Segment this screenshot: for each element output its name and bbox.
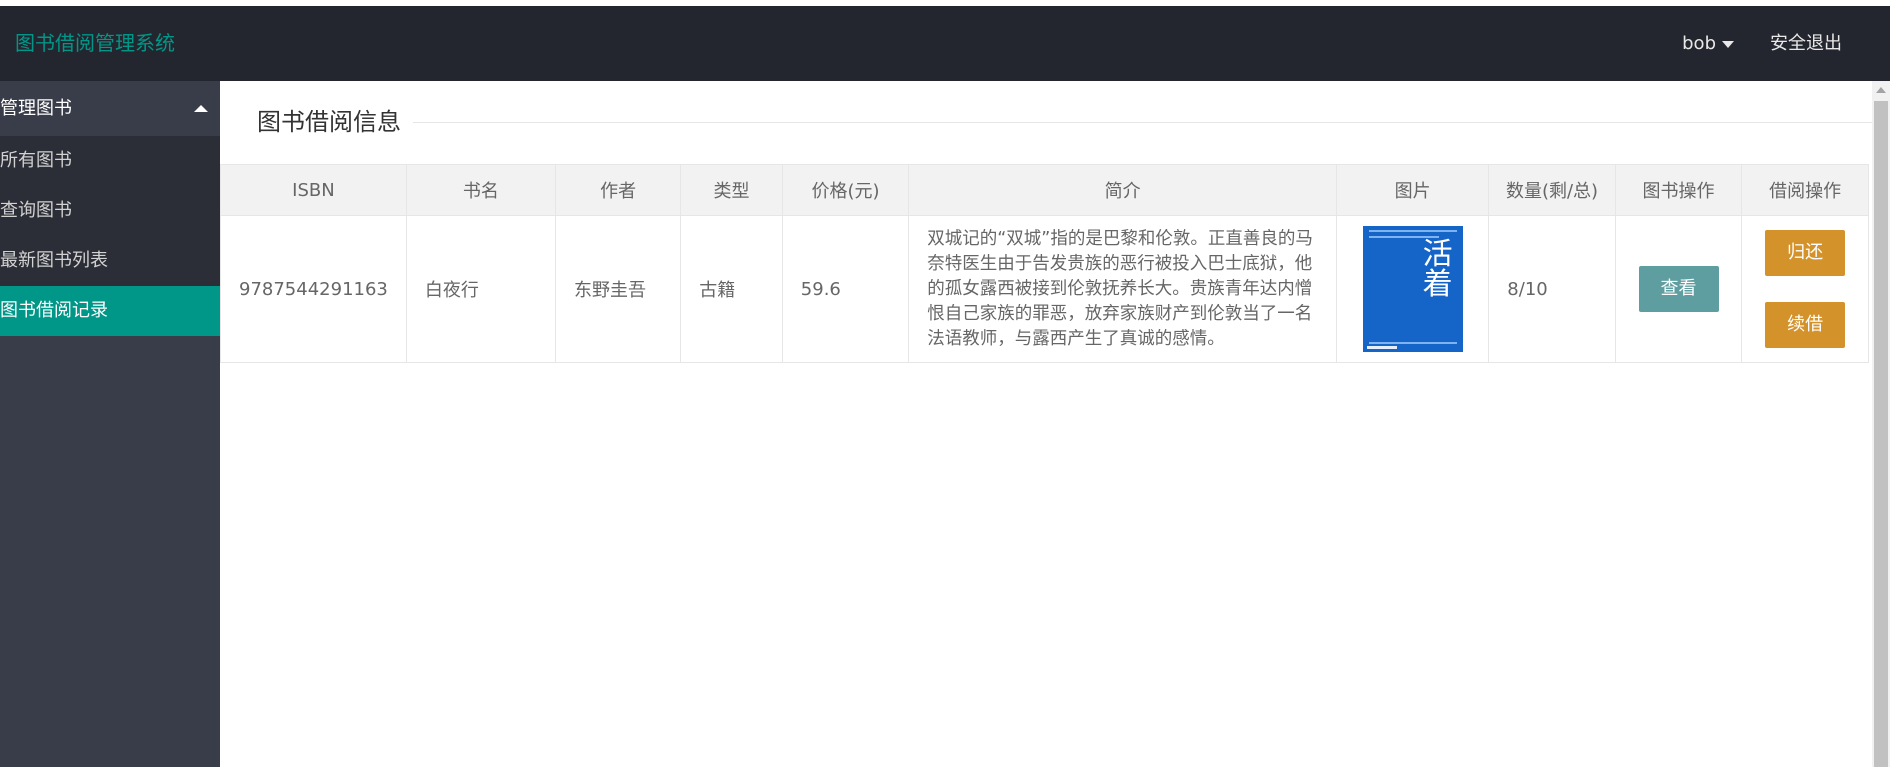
cover-decoration (1368, 230, 1457, 232)
column-header: ISBN (220, 164, 407, 216)
cover-title: 活着 (1422, 237, 1453, 302)
cell-name: 白夜行 (405, 215, 556, 363)
renew-button[interactable]: 续借 (1765, 302, 1846, 348)
sidebar-item-search-books[interactable]: 查询图书 (0, 186, 220, 236)
sidebar-item-latest-books[interactable]: 最新图书列表 (0, 236, 220, 286)
cell-count: 8/10 (1488, 215, 1616, 363)
column-header: 图片 (1335, 164, 1490, 216)
borrow-table: ISBN 书名 作者 类型 价格(元) 简介 图片 数量(剩/总) 图书操作 借… (220, 164, 1869, 363)
chevron-down-icon (1722, 40, 1734, 48)
scroll-up-arrow-icon[interactable] (1876, 87, 1886, 93)
column-header: 书名 (405, 164, 556, 216)
chevron-up-icon (194, 105, 208, 112)
sidebar-item-borrow-records[interactable]: 图书借阅记录 (0, 286, 220, 336)
table-row: 9787544291163 白夜行 东野圭吾 古籍 59.6 双城记的“双城”指… (220, 215, 1869, 363)
top-header: 图书借阅管理系统 bob 安全退出 (0, 6, 1890, 81)
column-header: 简介 (908, 164, 1337, 216)
sidebar: 管理图书 所有图书 查询图书 最新图书列表 图书借阅记录 (0, 81, 220, 767)
legend-divider (245, 122, 1872, 123)
section-title: 图书借阅信息 (245, 103, 413, 141)
column-header: 价格(元) (781, 164, 910, 216)
column-header: 作者 (554, 164, 682, 216)
user-name: bob (1682, 33, 1716, 54)
cover-decoration (1368, 342, 1457, 344)
table-header-row: ISBN 书名 作者 类型 价格(元) 简介 图片 数量(剩/总) 图书操作 借… (220, 164, 1869, 216)
cell-author: 东野圭吾 (554, 215, 682, 363)
sidebar-group-label: 管理图书 (0, 98, 72, 119)
cell-type: 古籍 (680, 215, 783, 363)
sidebar-item-all-books[interactable]: 所有图书 (0, 136, 220, 186)
column-header: 借阅操作 (1741, 164, 1869, 216)
cell-cover: 活着 (1335, 215, 1490, 363)
view-button[interactable]: 查看 (1638, 266, 1719, 312)
cell-book-actions: 查看 (1614, 215, 1743, 363)
vertical-scrollbar[interactable] (1872, 81, 1890, 767)
column-header: 数量(剩/总) (1488, 164, 1616, 216)
logout-link[interactable]: 安全退出 (1770, 6, 1842, 81)
return-button[interactable]: 归还 (1765, 230, 1846, 276)
sidebar-submenu: 所有图书 查询图书 最新图书列表 图书借阅记录 (0, 136, 220, 336)
cell-borrow-actions: 归还 续借 (1741, 215, 1869, 363)
cell-description: 双城记的“双城”指的是巴黎和伦敦。正直善良的马奈特医生由于告发贵族的恶行被投入巴… (908, 215, 1337, 363)
sidebar-group-manage-books[interactable]: 管理图书 (0, 81, 220, 136)
user-menu[interactable]: bob (1682, 6, 1734, 81)
main-content: 图书借阅信息 ISBN 书名 作者 类型 价格(元) 简介 图片 数量(剩/总)… (220, 81, 1872, 767)
cover-decoration (1366, 346, 1397, 349)
column-header: 类型 (680, 164, 783, 216)
column-header: 图书操作 (1614, 164, 1743, 216)
cell-isbn: 9787544291163 (220, 215, 407, 363)
book-cover-image: 活着 (1362, 226, 1463, 352)
cell-price: 59.6 (781, 215, 910, 363)
scrollbar-thumb[interactable] (1874, 101, 1888, 767)
app-title[interactable]: 图书借阅管理系统 (15, 6, 175, 81)
